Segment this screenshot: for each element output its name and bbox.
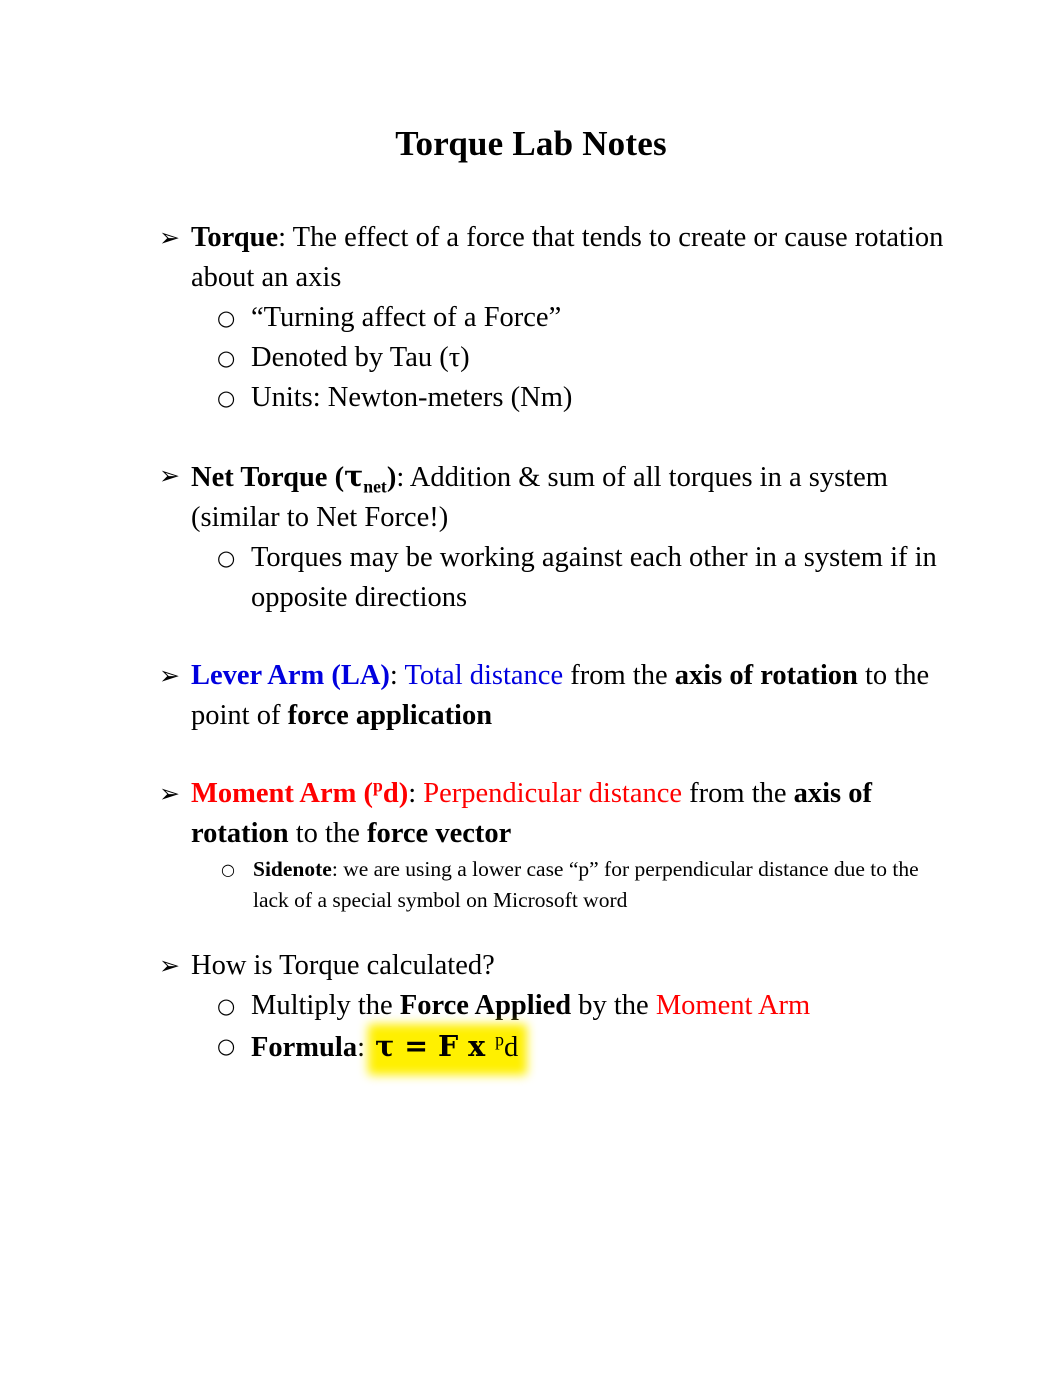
force-applied-term: Force Applied xyxy=(399,990,572,1021)
moment-arm-reference: Moment Arm xyxy=(655,990,811,1021)
formula-label: Formula xyxy=(251,1032,358,1063)
bullet-moment-arm: ➢ Moment Arm (pd): Perpendicular distance… xyxy=(155,774,955,854)
p-superscript: p xyxy=(373,775,383,796)
torque-colon: : xyxy=(278,222,287,253)
lever-arm-axis-of-rotation: axis of rotation xyxy=(674,660,858,691)
moment-arm-term: Moment Arm (pd) xyxy=(191,775,409,809)
net-torque-term-pre: Net Torque ( xyxy=(191,462,345,493)
net-torque-term: Net Torque (τnet) xyxy=(191,459,397,496)
lever-arm-force-application: force application xyxy=(287,700,493,731)
list-item-sidenote: ○ Sidenote: we are using a lower case “p”… xyxy=(155,854,955,916)
circle-bullet-icon: ○ xyxy=(217,1034,236,1058)
arrow-bullet-icon: ➢ xyxy=(159,461,180,490)
multiply-mid: by the xyxy=(571,990,656,1021)
moment-arm-force-vector: force vector xyxy=(367,818,512,849)
formula-colon: : xyxy=(357,1032,365,1063)
circle-bullet-icon: ○ xyxy=(217,994,236,1018)
sidenote-text: we are using a lower case “p” for perpen… xyxy=(253,857,919,912)
torque-sub-text: Denoted by Tau (τ) xyxy=(251,342,470,373)
list-item-formula: ○ Formula: τ = F x pd xyxy=(155,1026,955,1068)
circle-bullet-icon: ○ xyxy=(221,860,235,879)
torque-sub-text: “Turning affect of a Force” xyxy=(251,302,562,333)
net-torque-sub-text: Torques may be working against each othe… xyxy=(251,542,937,613)
bullet-net-torque: ➢ Net Torque (τnet): Addition & sum of al… xyxy=(155,456,955,538)
arrow-bullet-icon: ➢ xyxy=(159,661,180,690)
torque-sub-text: Units: Newton-meters (Nm) xyxy=(251,382,573,413)
arrow-bullet-icon: ➢ xyxy=(159,779,180,808)
circle-bullet-icon: ○ xyxy=(217,546,236,570)
moment-arm-term-post: ) xyxy=(398,778,409,809)
moment-arm-term-mid: d xyxy=(382,778,399,809)
circle-bullet-icon: ○ xyxy=(217,386,236,410)
formula-d: d xyxy=(503,1032,519,1063)
notes-body: ➢ Torque: The effect of a force that tend… xyxy=(155,218,955,1068)
bullet-how-calculated: ➢ How is Torque calculated? xyxy=(155,946,955,986)
multiply-pre: Multiply the xyxy=(251,990,400,1021)
torque-term: Torque xyxy=(191,222,279,253)
net-torque-term-post: ) xyxy=(386,462,397,493)
lever-arm-mid: from the xyxy=(563,660,675,691)
list-item-torque-sub-1: ○ “Turning affect of a Force” xyxy=(155,298,955,338)
moment-arm-colon: : xyxy=(408,778,417,809)
lever-arm-colon: : xyxy=(389,660,398,691)
circle-bullet-icon: ○ xyxy=(217,346,236,370)
formula-expression: τ = F x xyxy=(375,1029,496,1063)
lever-arm-total-distance: Total distance xyxy=(397,660,564,691)
moment-arm-mid: from the xyxy=(682,778,794,809)
bullet-torque: ➢ Torque: The effect of a force that tend… xyxy=(155,218,955,298)
torque-definition: The effect of a force that tends to crea… xyxy=(191,222,944,293)
moment-arm-mid-2: to the xyxy=(288,818,368,849)
list-item-net-torque-sub-1: ○ Torques may be working against each oth… xyxy=(155,538,955,618)
circle-bullet-icon: ○ xyxy=(217,306,236,330)
bullet-lever-arm: ➢ Lever Arm (LA): Total distance from the… xyxy=(155,656,955,736)
list-item-torque-sub-3: ○ Units: Newton-meters (Nm) xyxy=(155,378,955,418)
net-subscript: net xyxy=(363,476,387,497)
moment-arm-term-pre: Moment Arm ( xyxy=(191,778,374,809)
sidenote-label: Sidenote xyxy=(253,857,332,881)
how-calculated-question: How is Torque calculated? xyxy=(191,950,495,981)
arrow-bullet-icon: ➢ xyxy=(159,223,180,252)
tau-symbol: τ xyxy=(344,459,364,493)
document-page: Torque Lab Notes ➢ Torque: The effect of … xyxy=(0,0,1062,1377)
list-item-multiply: ○ Multiply the Force Applied by the Momen… xyxy=(155,986,955,1026)
moment-arm-perpendicular-distance: Perpendicular distance xyxy=(416,778,683,809)
page-title: Torque Lab Notes xyxy=(395,124,667,163)
formula-highlighted: τ = F x pd xyxy=(372,1026,521,1068)
formula-p-superscript: p xyxy=(495,1029,504,1050)
list-item-torque-sub-2: ○ Denoted by Tau (τ) xyxy=(155,338,955,378)
lever-arm-term: Lever Arm (LA) xyxy=(191,660,390,691)
arrow-bullet-icon: ➢ xyxy=(159,951,180,980)
